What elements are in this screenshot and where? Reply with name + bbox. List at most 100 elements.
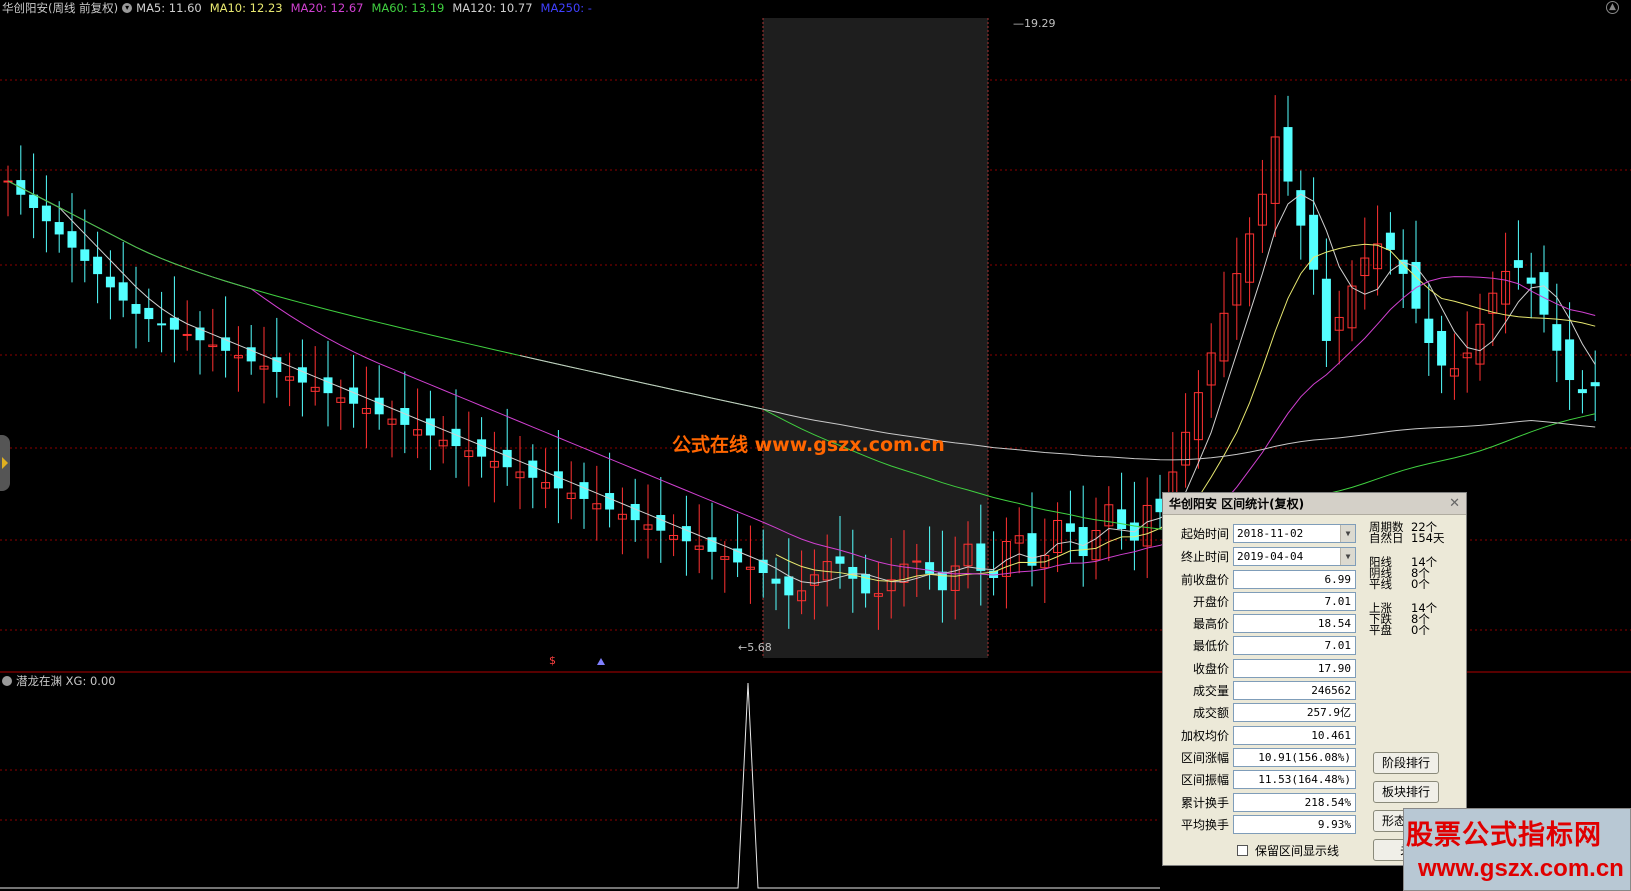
candle-down [157, 323, 167, 326]
banner-url: www.gszx.com.cn [1418, 855, 1624, 882]
stat-label: 累计换手 [1180, 795, 1229, 810]
candle-down [451, 428, 461, 447]
stat-value-field[interactable]: 218.54% [1233, 792, 1356, 812]
banner-title: 股票公式指标网 [1406, 820, 1602, 851]
stat-count-value: 0个 [1411, 623, 1430, 637]
stat-value-field[interactable]: 7.01 [1233, 591, 1356, 611]
checkbox-box[interactable] [1237, 845, 1248, 856]
start-time-value: 2018-11-02 [1237, 526, 1304, 540]
stat-label: 加权均价 [1180, 728, 1229, 743]
stat-value-field[interactable]: 18.54 [1233, 614, 1356, 634]
lower-settings-circle-icon[interactable] [2, 676, 12, 686]
candle-down [1526, 277, 1536, 284]
end-time-select[interactable]: 2019-04-04 ▼ [1233, 546, 1356, 566]
stat-label: 成交额 [1192, 706, 1229, 721]
stat-count: 平盘 0个 [1369, 623, 1437, 637]
stat-value-field[interactable]: 17.90 [1233, 658, 1356, 678]
candle-down [502, 449, 512, 468]
candle-down [105, 276, 115, 288]
candle-down [630, 503, 640, 521]
candle-down [41, 205, 51, 222]
stat-row: 成交额 257.9亿 [1163, 703, 1356, 723]
xg-signal-line [0, 682, 1160, 889]
candle-down [835, 556, 845, 564]
candle-down [93, 256, 103, 275]
stage-rank-button[interactable]: 阶段排行 [1373, 752, 1439, 774]
stat-label: 平均换手 [1180, 817, 1229, 832]
dialog-titlebar[interactable]: 华创阳安 区间统计(复权) ✕ [1163, 493, 1466, 515]
stat-value-field[interactable]: 10.461 [1233, 725, 1356, 745]
stat-row: 开盘价 7.01 [1163, 591, 1356, 611]
start-time-select[interactable]: 2018-11-02 ▼ [1233, 523, 1356, 543]
candle-down [29, 194, 39, 208]
up-arrow-marker [597, 658, 605, 665]
candle-down [195, 327, 205, 341]
candle-down [1590, 382, 1600, 387]
stat-row: 加权均价 10.461 [1163, 725, 1356, 745]
candle-down [579, 482, 589, 499]
stat-value-field[interactable]: 10.91(156.08%) [1233, 747, 1356, 767]
candle-stats: 阳线 14个 阴线 8个 平线 0个 [1369, 556, 1437, 591]
chevron-down-icon[interactable]: ▼ [1340, 547, 1355, 565]
candle-down [144, 307, 154, 320]
end-time-label: 终止时间 [1180, 549, 1229, 564]
expand-panel-handle[interactable] [0, 435, 10, 491]
stat-row: 区间振幅 11.53(164.48%) [1163, 770, 1356, 790]
watermark: 公式在线 www.gszx.com.cn [672, 434, 945, 456]
lower-indicator-title: 潜龙在渊 XG: 0.00 [16, 674, 116, 688]
candle-down [848, 566, 858, 579]
end-time-row: 终止时间 2019-04-04 ▼ [1163, 546, 1356, 566]
candle-down [1577, 389, 1587, 394]
stat-count-label: 平盘 [1369, 623, 1392, 637]
low-price-label: ←5.68 [738, 641, 772, 654]
candle-down [80, 249, 90, 261]
candle-down [925, 562, 935, 574]
candle-down [169, 317, 179, 330]
candle-down [1565, 339, 1575, 381]
stat-label: 最低价 [1192, 639, 1229, 654]
stat-value-field[interactable]: 257.9亿 [1233, 703, 1356, 723]
candle-down [656, 515, 666, 531]
stat-label: 收盘价 [1192, 661, 1229, 676]
stat-label: 区间涨幅 [1180, 750, 1229, 765]
chevron-down-icon[interactable]: ▼ [1340, 524, 1355, 542]
end-time-value: 2019-04-04 [1237, 549, 1304, 563]
candle-down [425, 418, 435, 436]
candle-down [54, 222, 64, 235]
candle-down [976, 543, 986, 571]
candle-down [528, 460, 538, 478]
candle-down [1385, 232, 1395, 250]
stat-label: 前收盘价 [1180, 572, 1229, 587]
candle-down [67, 231, 77, 248]
candle-down [553, 471, 563, 489]
keep-interval-checkbox[interactable]: 保留区间显示线 [1237, 842, 1339, 859]
start-time-label: 起始时间 [1180, 526, 1229, 541]
candle-down [246, 347, 256, 362]
candle-down [374, 397, 384, 415]
stat-row: 平均换手 9.93% [1163, 814, 1356, 834]
candle-down [1321, 278, 1331, 341]
stat-label: 成交量 [1192, 684, 1229, 698]
candle-down [605, 493, 615, 510]
stat-value-field[interactable]: 11.53(164.48%) [1233, 770, 1356, 790]
site-banner: 股票公式指标网 www.gszx.com.cn [1403, 808, 1631, 891]
stat-count: 平线 0个 [1369, 577, 1437, 591]
stat-count: 自然日 154天 [1369, 532, 1444, 544]
stat-row: 累计换手 218.54% [1163, 792, 1356, 812]
stat-row: 最高价 18.54 [1163, 614, 1356, 634]
stat-value-field[interactable]: 6.99 [1233, 569, 1356, 589]
candle-down [1539, 272, 1549, 315]
close-icon[interactable]: ✕ [1449, 496, 1460, 511]
stat-value-field[interactable]: 7.01 [1233, 636, 1356, 656]
candle-down [1513, 260, 1523, 268]
stat-label: 最高价 [1192, 617, 1229, 632]
stat-value-field[interactable]: 246562 [1233, 681, 1356, 700]
candle-down [937, 571, 947, 591]
stat-count-value: 0个 [1411, 577, 1430, 591]
candle-down [1078, 527, 1088, 557]
stat-row: 收盘价 17.90 [1163, 658, 1356, 678]
selected-interval [763, 18, 988, 658]
sector-rank-button[interactable]: 板块排行 [1373, 781, 1439, 803]
candle-down [1437, 330, 1447, 366]
stat-value-field[interactable]: 9.93% [1233, 814, 1356, 834]
